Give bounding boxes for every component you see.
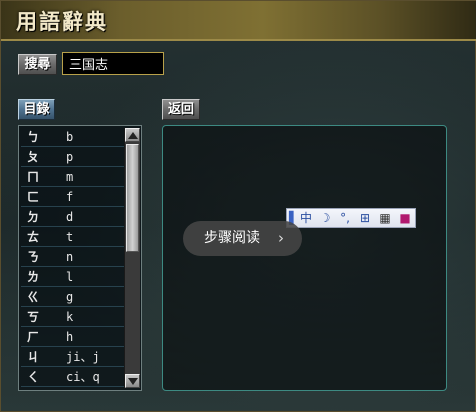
scroll-down-button[interactable] <box>125 374 140 388</box>
list-item-bopomofo: ㄅ <box>27 130 40 144</box>
list-item[interactable]: ㄊt <box>21 228 124 247</box>
list-item[interactable]: ㄑ ci、q <box>21 368 124 387</box>
search-input[interactable] <box>62 52 164 75</box>
book-icon[interactable]: ■ <box>397 210 413 226</box>
list-item-romanization: p <box>66 150 74 164</box>
moon-icon[interactable]: ☽ <box>317 210 333 226</box>
ime-mode-icon[interactable]: 中 <box>298 210 314 226</box>
list-item-bopomofo: ㄊ <box>27 230 40 244</box>
list-item-romanization: ci、q <box>66 370 100 384</box>
list-item-bopomofo: ㄎ <box>27 310 40 324</box>
scroll-up-button[interactable] <box>125 128 140 142</box>
list-scrollbar[interactable] <box>124 128 140 388</box>
list-item-bopomofo: ㄍ <box>27 290 40 304</box>
list-item-romanization: d <box>66 210 74 224</box>
ime-toolbar: ▌ 中 ☽ °, ⊞ ▦ ■ <box>286 208 416 228</box>
punctuation-icon[interactable]: °, <box>337 210 353 226</box>
list-item-romanization: m <box>66 170 74 184</box>
list-item-bopomofo: ㄈ <box>27 190 40 204</box>
window-title: 用語辭典 <box>16 9 108 34</box>
index-button[interactable]: 目錄 <box>18 99 55 120</box>
soft-keyboard-icon[interactable]: ⊞ <box>357 210 373 226</box>
list-item-romanization: t <box>66 230 74 244</box>
list-item[interactable]: ㄎk <box>21 308 124 327</box>
list-item-romanization: g <box>66 290 74 304</box>
title-bar: 用語辭典 <box>1 1 476 41</box>
list-item-romanization: k <box>66 310 74 324</box>
list-item-bopomofo: ㄆ <box>27 150 40 164</box>
list-item-bopomofo: ㄉ <box>27 210 40 224</box>
list-item[interactable]: ㄈf <box>21 188 124 207</box>
list-item[interactable]: ㄍg <box>21 288 124 307</box>
list-item-romanization: f <box>66 190 74 204</box>
list-item[interactable]: ㄆp <box>21 148 124 167</box>
list-item-romanization: n <box>66 250 74 264</box>
search-button[interactable]: 搜尋 <box>18 54 57 75</box>
list-item[interactable]: ㄌl <box>21 268 124 287</box>
list-item-bopomofo: ㄇ <box>27 170 40 184</box>
list-item-bopomofo: ㄐ <box>27 350 40 364</box>
arrow-down-icon <box>128 378 138 385</box>
chevron-right-icon: › <box>278 229 284 247</box>
list-item-bopomofo: ㄏ <box>27 330 40 344</box>
list-item-bopomofo: ㄑ <box>27 370 40 384</box>
entry-content-pane <box>162 125 447 391</box>
list-item[interactable]: ㄉd <box>21 208 124 227</box>
list-item[interactable]: ㄋn <box>21 248 124 267</box>
list-item-romanization: h <box>66 330 74 344</box>
phonetic-index-list: ㄅb ㄆp ㄇm ㄈf ㄉd ㄊt ㄋn ㄌl ㄍg ㄎk ㄏh ㄐ ji、j ㄑ… <box>18 125 142 391</box>
back-button[interactable]: 返回 <box>162 99 200 120</box>
list-item-bopomofo: ㄌ <box>27 270 40 284</box>
list-item[interactable]: ㄇm <box>21 168 124 187</box>
scroll-thumb[interactable] <box>126 144 139 252</box>
grid-icon[interactable]: ▦ <box>377 210 393 226</box>
list-item-romanization: b <box>66 130 74 144</box>
step-reading-label: 步骤阅读 <box>204 230 260 246</box>
list-item-romanization: l <box>66 270 74 284</box>
list-item-bopomofo: ㄋ <box>27 250 40 264</box>
list-item[interactable]: ㄅb <box>21 128 124 147</box>
list-item-romanization: ji、j <box>66 350 100 364</box>
step-reading-button[interactable]: 步骤阅读 › <box>183 221 302 256</box>
list-item[interactable]: ㄐ ji、j <box>21 348 124 367</box>
dictionary-window: 用語辭典 搜尋 目錄 返回 ㄅb ㄆp ㄇm ㄈf ㄉd ㄊt ㄋn ㄌl ㄍg… <box>0 0 476 412</box>
list-item[interactable]: ㄏh <box>21 328 124 347</box>
arrow-up-icon <box>128 132 138 139</box>
